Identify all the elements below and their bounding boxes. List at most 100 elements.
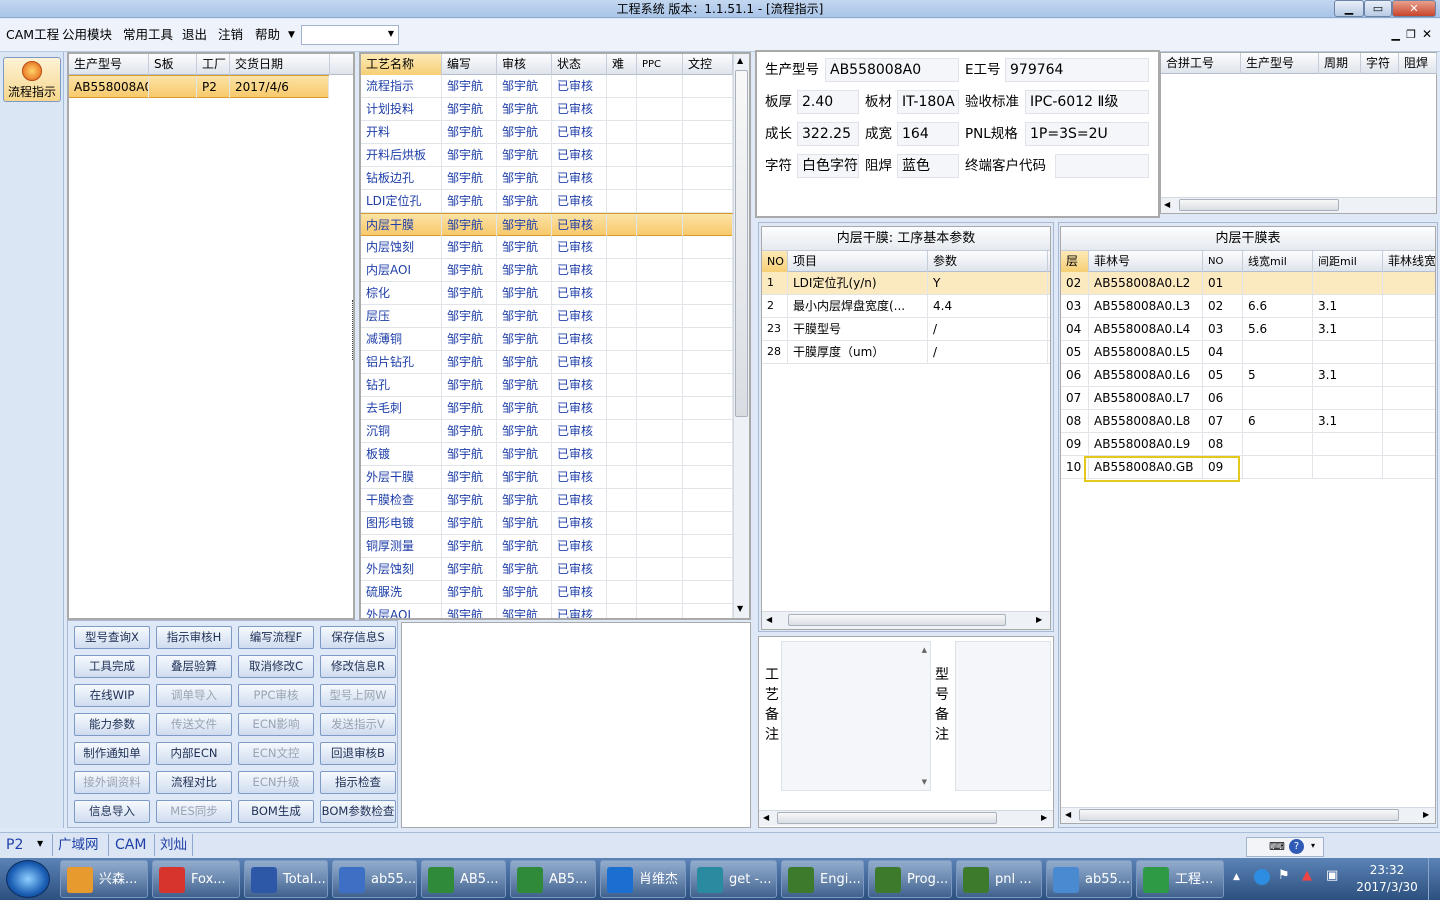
layer-hscrollbar[interactable]: ◀ ▶ <box>1061 807 1435 823</box>
action-button[interactable]: 型号查询X <box>74 626 150 649</box>
params-hscrollbar[interactable]: ◀ ▶ <box>762 611 1050 629</box>
mdi-minimize-icon[interactable]: ▁ <box>1392 28 1400 41</box>
scroll-left-icon[interactable]: ◀ <box>1065 810 1071 819</box>
action-button[interactable]: 保存信息S <box>320 626 396 649</box>
clock-date[interactable]: 2017/3/30 <box>1350 880 1424 894</box>
action-button[interactable]: 信息导入 <box>74 800 150 823</box>
scroll-left-icon[interactable]: ◀ <box>763 813 769 822</box>
scroll-right-icon[interactable]: ▶ <box>1036 615 1042 624</box>
menu-help[interactable]: 帮助 <box>255 26 280 44</box>
process-row[interactable]: LDI定位孔 邹宇航 邹宇航 已审核 <box>361 190 733 213</box>
col-layer[interactable]: 层 <box>1061 251 1089 272</box>
action-button[interactable]: MES同步 <box>156 800 232 823</box>
action-button[interactable]: 传送文件 <box>156 713 232 736</box>
taskbar-app-button[interactable]: AB5... <box>510 860 596 898</box>
action-button[interactable]: ECN文控 <box>238 742 314 765</box>
action-button[interactable]: BOM生成 <box>238 800 314 823</box>
taskbar-app-button[interactable]: 肖维杰 <box>600 860 686 898</box>
action-button[interactable]: 指示检查 <box>320 771 396 794</box>
process-row[interactable]: 内层AOI 邹宇航 邹宇航 已审核 <box>361 259 733 282</box>
scroll-up-icon[interactable]: ▲ <box>737 56 743 65</box>
remarks-scroll-thumb[interactable] <box>777 812 997 824</box>
process-scroll-thumb[interactable] <box>735 70 748 417</box>
order-row[interactable]: AB558008A0 P2 2017/4/6 <box>69 75 329 99</box>
action-button[interactable]: 调单导入 <box>156 684 232 707</box>
layer-scroll-thumb[interactable] <box>1079 809 1399 821</box>
process-row[interactable]: 内层干膜 邹宇航 邹宇航 已审核 <box>361 213 733 237</box>
col-film-no[interactable]: 菲林号 <box>1089 251 1203 272</box>
e-number-field[interactable]: 979764 <box>1005 58 1149 82</box>
taskbar-app-button[interactable]: ab55... <box>1046 860 1132 898</box>
col-model[interactable]: 生产型号 <box>69 54 149 75</box>
action-button[interactable]: 流程对比 <box>156 771 232 794</box>
pnl-field[interactable]: 1P=3S=2U <box>1025 122 1149 146</box>
col-delivery-date[interactable]: 交货日期 <box>230 54 330 75</box>
taskbar-app-button[interactable]: get -... <box>690 860 777 898</box>
action-button[interactable]: 能力参数 <box>74 713 150 736</box>
process-row[interactable]: 钻孔 邹宇航 邹宇航 已审核 <box>361 374 733 397</box>
action-button[interactable]: 编写流程F <box>238 626 314 649</box>
menu-logout[interactable]: 注销 <box>218 26 243 44</box>
action-button[interactable]: 内部ECN <box>156 742 232 765</box>
action-button[interactable]: 在线WIP <box>74 684 150 707</box>
tray-network-icon[interactable]: ▲ <box>1302 868 1312 883</box>
layer-row[interactable]: 02 AB558008A0.L2 01 <box>1061 272 1435 295</box>
action-button[interactable]: 修改信息R <box>320 655 396 678</box>
tray-expand-icon[interactable]: ▲ <box>1233 872 1240 882</box>
col-status[interactable]: 状态 <box>552 54 607 75</box>
col-film-width[interactable]: 菲林线宽 <box>1383 251 1435 272</box>
tray-app-icon[interactable] <box>1254 869 1270 885</box>
col-merge-model[interactable]: 生产型号 <box>1241 53 1319 74</box>
menu-tools[interactable]: 常用工具 <box>123 26 173 44</box>
tray-monitor-icon[interactable]: ▣ <box>1326 868 1338 883</box>
process-row[interactable]: 板镀 邹宇航 邹宇航 已审核 <box>361 443 733 466</box>
action-button[interactable]: BOM参数检查 <box>320 800 396 823</box>
process-row[interactable]: 流程指示 邹宇航 邹宇航 已审核 <box>361 75 733 98</box>
process-row[interactable]: 图形电镀 邹宇航 邹宇航 已审核 <box>361 512 733 535</box>
clock-time[interactable]: 23:32 <box>1357 863 1417 877</box>
mdi-close-icon[interactable]: ✕ <box>1422 27 1432 41</box>
keyboard-icon[interactable]: ⌨ <box>1269 840 1285 853</box>
process-row[interactable]: 棕化 邹宇航 邹宇航 已审核 <box>361 282 733 305</box>
language-bar[interactable]: ⌨ ? ▾ <box>1246 837 1324 857</box>
scroll-up-icon[interactable]: ▲ <box>922 646 927 654</box>
start-button[interactable] <box>6 860 50 898</box>
param-row[interactable]: 28 干膜厚度（um） / <box>762 341 1050 364</box>
layer-row[interactable]: 08 AB558008A0.L8 07 6 3.1 <box>1061 410 1435 433</box>
col-doc-control[interactable]: 文控 <box>683 54 733 75</box>
scroll-right-icon[interactable]: ▶ <box>1041 813 1047 822</box>
options-icon[interactable]: ▾ <box>1311 841 1315 850</box>
standard-field[interactable]: IPC-6012 Ⅱ级 <box>1025 90 1149 114</box>
col-merge-no[interactable]: 合拼工号 <box>1161 53 1241 74</box>
character-field[interactable]: 白色字符 <box>797 154 859 178</box>
help-icon[interactable]: ? <box>1289 839 1304 854</box>
customer-code-field[interactable] <box>1055 154 1149 178</box>
close-button[interactable]: ✕ <box>1392 0 1436 17</box>
process-row[interactable]: 干膜检查 邹宇航 邹宇航 已审核 <box>361 489 733 512</box>
params-scroll-thumb[interactable] <box>788 614 1006 626</box>
taskbar-app-button[interactable]: pnl ... <box>956 860 1042 898</box>
taskbar-app-button[interactable]: Prog... <box>868 860 952 898</box>
taskbar-app-button[interactable]: 兴森... <box>60 860 148 898</box>
process-grid-scrollbar[interactable]: ▲ ▼ <box>733 54 749 618</box>
thickness-field[interactable]: 2.40 <box>797 90 859 114</box>
col-param-value[interactable]: 参数 <box>928 251 1048 272</box>
process-row[interactable]: 外层蚀刻 邹宇航 邹宇航 已审核 <box>361 558 733 581</box>
col-line-width[interactable]: 线宽mil <box>1243 251 1313 272</box>
action-button[interactable]: 取消修改C <box>238 655 314 678</box>
col-s-board[interactable]: S板 <box>149 54 197 75</box>
action-button[interactable]: 接外调资料 <box>74 771 150 794</box>
layer-row[interactable]: 05 AB558008A0.L5 04 <box>1061 341 1435 364</box>
col-factory[interactable]: 工厂 <box>197 54 230 75</box>
action-button[interactable]: 回退审核B <box>320 742 396 765</box>
layer-row[interactable]: 04 AB558008A0.L4 03 5.6 3.1 <box>1061 318 1435 341</box>
model-field[interactable]: AB558008A0 <box>825 58 959 82</box>
tray-flag-icon[interactable]: ⚑ <box>1278 868 1290 883</box>
action-button[interactable]: 叠层验算 <box>156 655 232 678</box>
process-row[interactable]: 层压 邹宇航 邹宇航 已审核 <box>361 305 733 328</box>
col-layer-no[interactable]: NO <box>1203 251 1243 272</box>
col-reviewer[interactable]: 审核 <box>497 54 552 75</box>
process-row[interactable]: 计划投料 邹宇航 邹宇航 已审核 <box>361 98 733 121</box>
process-row[interactable]: 去毛刺 邹宇航 邹宇航 已审核 <box>361 397 733 420</box>
process-row[interactable]: 减薄铜 邹宇航 邹宇航 已审核 <box>361 328 733 351</box>
